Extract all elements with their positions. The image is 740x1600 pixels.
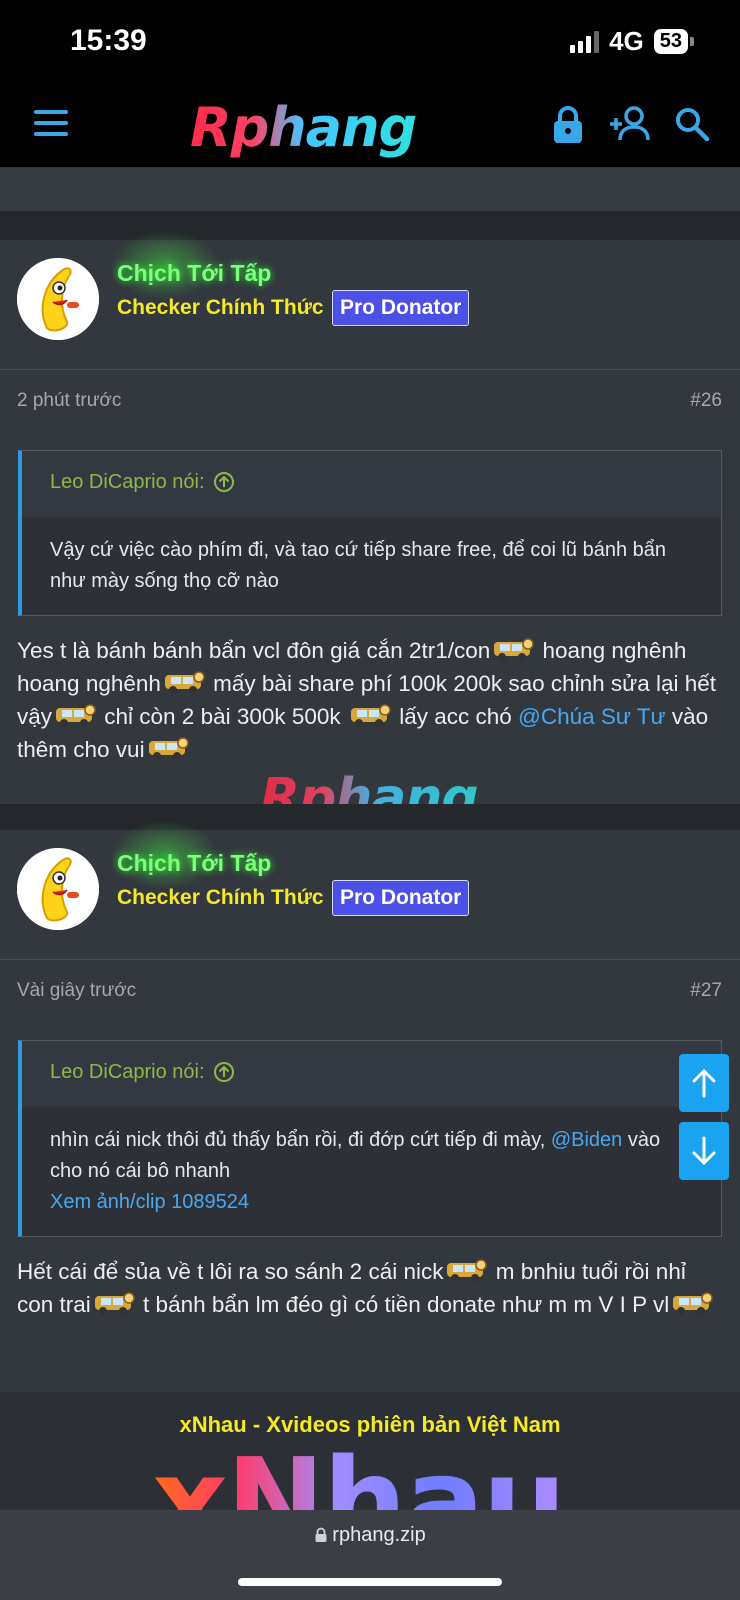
post: Chịch Tới Tấp Checker Chính Thức Pro Don… — [0, 230, 740, 804]
post-time[interactable]: Vài giây trước — [17, 980, 136, 1002]
user-mention[interactable]: @Chúa Sư Tư — [518, 704, 666, 729]
pro-donator-badge: Pro Donator — [332, 880, 470, 916]
quote-text-part: nhìn cái nick thôi đủ thấy bẩn rồi, đi đ… — [50, 1129, 551, 1151]
menu-icon[interactable] — [34, 110, 68, 140]
browser-url-bar[interactable]: rphang.zip — [0, 1510, 740, 1600]
ad-logo[interactable]: xNhau — [152, 1432, 567, 1510]
quote-text: nhìn cái nick thôi đủ thấy bẩn rồi, đi đ… — [22, 1107, 721, 1236]
vehicle-emoji-icon — [94, 1292, 135, 1315]
author-name[interactable]: Chịch Tới Tấp — [117, 850, 271, 877]
arrow-up-circle-icon[interactable] — [213, 471, 235, 493]
quote-author[interactable]: Leo DiCaprio nói: — [50, 471, 205, 494]
search-icon[interactable] — [674, 106, 710, 142]
arrow-down-icon — [692, 1136, 716, 1166]
app-header: Rphang — [0, 84, 740, 168]
post-meta: Vài giây trước #27 — [0, 960, 740, 1022]
status-indicators: 4G 53 — [570, 26, 694, 57]
message-text: Hết cái để sủa về t lôi ra so sánh 2 cái… — [17, 1259, 444, 1284]
arrow-up-circle-icon[interactable] — [213, 1061, 235, 1083]
vehicle-emoji-icon — [350, 704, 391, 727]
url-display[interactable]: rphang.zip — [0, 1524, 740, 1547]
add-user-icon[interactable] — [608, 106, 652, 142]
post-number[interactable]: #27 — [690, 980, 722, 1002]
quote-header[interactable]: Leo DiCaprio nói: — [22, 1041, 721, 1107]
banana-avatar-image — [17, 258, 99, 340]
vehicle-emoji-icon — [673, 1292, 713, 1315]
message-text: chỉ còn 2 bài 300k 500k — [98, 704, 347, 729]
quote-header[interactable]: Leo DiCaprio nói: — [22, 451, 721, 517]
status-bar: 15:39 4G 53 — [0, 0, 740, 84]
pro-donator-badge: Pro Donator — [332, 290, 470, 326]
status-time: 15:39 — [70, 24, 147, 57]
author-name[interactable]: Chịch Tới Tấp — [117, 260, 271, 287]
banana-avatar-image — [17, 848, 99, 930]
vehicle-emoji-icon — [56, 704, 96, 727]
battery-icon: 53 — [653, 29, 694, 54]
quote-block: Leo DiCaprio nói: nhìn cái nick thôi đủ … — [18, 1040, 722, 1237]
quote-text: Vậy cứ việc cào phím đi, và tao cứ tiếp … — [50, 539, 667, 592]
vehicle-emoji-icon — [148, 737, 189, 760]
home-indicator[interactable] — [238, 1578, 502, 1586]
scroll-bottom-button[interactable] — [679, 1122, 729, 1180]
avatar[interactable] — [17, 258, 99, 340]
post-meta: 2 phút trước #26 — [0, 370, 740, 432]
avatar[interactable] — [17, 848, 99, 930]
arrow-up-icon — [692, 1068, 716, 1098]
message-text: lấy acc chó — [392, 704, 518, 729]
vehicle-emoji-icon — [164, 671, 205, 694]
signal-icon — [570, 30, 600, 53]
view-media-link[interactable]: Xem ảnh/clip 1089524 — [50, 1191, 249, 1213]
user-title: Checker Chính Thức — [117, 886, 324, 909]
lock-icon — [315, 1527, 327, 1542]
url-text: rphang.zip — [332, 1524, 426, 1546]
page-strip — [0, 168, 740, 212]
vehicle-emoji-icon — [494, 638, 535, 661]
quote-block: Leo DiCaprio nói: Vậy cứ việc cào phím đ… — [18, 450, 722, 616]
post: Chịch Tới Tấp Checker Chính Thức Pro Don… — [0, 820, 740, 1392]
message-text: t bánh bẩn lm đéo gì có tiền donate như … — [136, 1292, 670, 1317]
post-header: Chịch Tới Tấp Checker Chính Thức Pro Don… — [0, 230, 740, 370]
battery-level: 53 — [653, 29, 688, 54]
quote-author[interactable]: Leo DiCaprio nói: — [50, 1061, 205, 1084]
site-logo[interactable]: Rphang — [190, 96, 417, 159]
vehicle-emoji-icon — [447, 1259, 488, 1282]
user-title: Checker Chính Thức — [117, 296, 324, 319]
network-label: 4G — [609, 26, 644, 56]
post-number[interactable]: #26 — [690, 390, 722, 412]
post-message: Yes t là bánh bánh bẩn vcl đôn giá cắn 2… — [0, 616, 740, 766]
lock-icon[interactable] — [552, 106, 584, 144]
scroll-top-button[interactable] — [679, 1054, 729, 1112]
post-message: Hết cái để sủa về t lôi ra so sánh 2 cái… — [0, 1237, 740, 1321]
message-text: Yes t là bánh bánh bẩn vcl đôn giá cắn 2… — [17, 638, 491, 663]
user-mention[interactable]: @Biden — [551, 1129, 622, 1151]
ad-banner[interactable]: xNhau - Xvideos phiên bản Việt Nam xNhau — [0, 1394, 740, 1510]
post-time[interactable]: 2 phút trước — [17, 390, 121, 412]
post-header: Chịch Tới Tấp Checker Chính Thức Pro Don… — [0, 820, 740, 960]
